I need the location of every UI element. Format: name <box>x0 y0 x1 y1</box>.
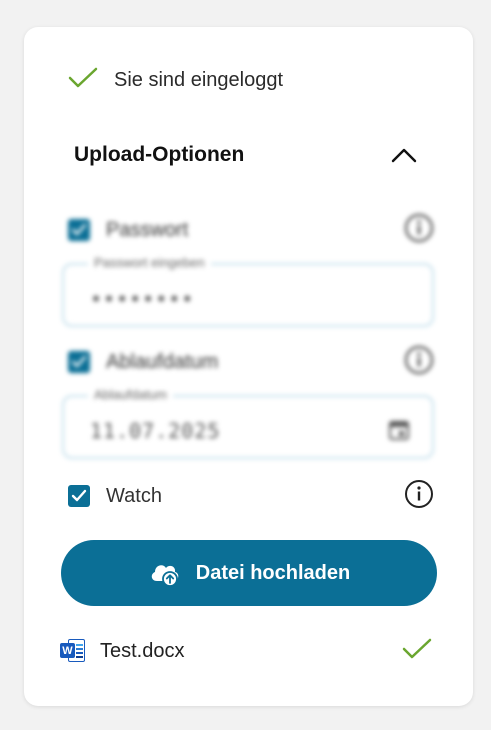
upload-options-title: Upload-Optionen <box>74 143 245 166</box>
expiry-field[interactable]: Ablaufdatum 11.07.2025 <box>62 387 434 459</box>
password-field[interactable]: Passwort eingeben •••••••• <box>62 255 434 327</box>
expiry-checkbox[interactable] <box>68 351 90 373</box>
expiry-field-label: Ablaufdatum <box>88 387 173 402</box>
word-icon: W <box>60 639 86 663</box>
password-field-label: Passwort eingeben <box>88 255 211 270</box>
check-icon <box>402 638 432 665</box>
watch-checkbox[interactable] <box>68 485 90 507</box>
login-status: Sie sind eingeloggt <box>68 65 283 95</box>
password-input[interactable]: •••••••• <box>90 287 194 311</box>
file-name: Test.docx <box>100 639 185 662</box>
password-info-icon[interactable] <box>404 213 434 248</box>
watch-option: Watch <box>68 479 434 514</box>
watch-label: Watch <box>106 484 162 507</box>
upload-file-button[interactable]: Datei hochladen <box>61 540 437 606</box>
expiry-info-icon[interactable] <box>404 345 434 380</box>
upload-card: Sie sind eingeloggt Upload-Optionen Pass… <box>24 27 473 706</box>
expiry-label: Ablaufdatum <box>106 350 219 373</box>
login-status-text: Sie sind eingeloggt <box>114 68 284 91</box>
password-option: Passwort <box>68 213 434 248</box>
check-icon <box>68 67 98 94</box>
collapse-button[interactable] <box>389 140 419 170</box>
watch-info-icon[interactable] <box>404 479 434 514</box>
expiry-option: Ablaufdatum <box>68 345 434 380</box>
password-checkbox[interactable] <box>68 219 90 241</box>
chevron-up-icon <box>391 148 417 163</box>
upload-file-button-label: Datei hochladen <box>195 561 351 584</box>
file-list-item: W Test.docx <box>60 636 436 666</box>
calendar-icon[interactable] <box>388 419 410 446</box>
password-label: Passwort <box>106 218 189 241</box>
expiry-date-input[interactable]: 11.07.2025 <box>90 419 220 443</box>
cloud-upload-icon <box>148 559 182 587</box>
